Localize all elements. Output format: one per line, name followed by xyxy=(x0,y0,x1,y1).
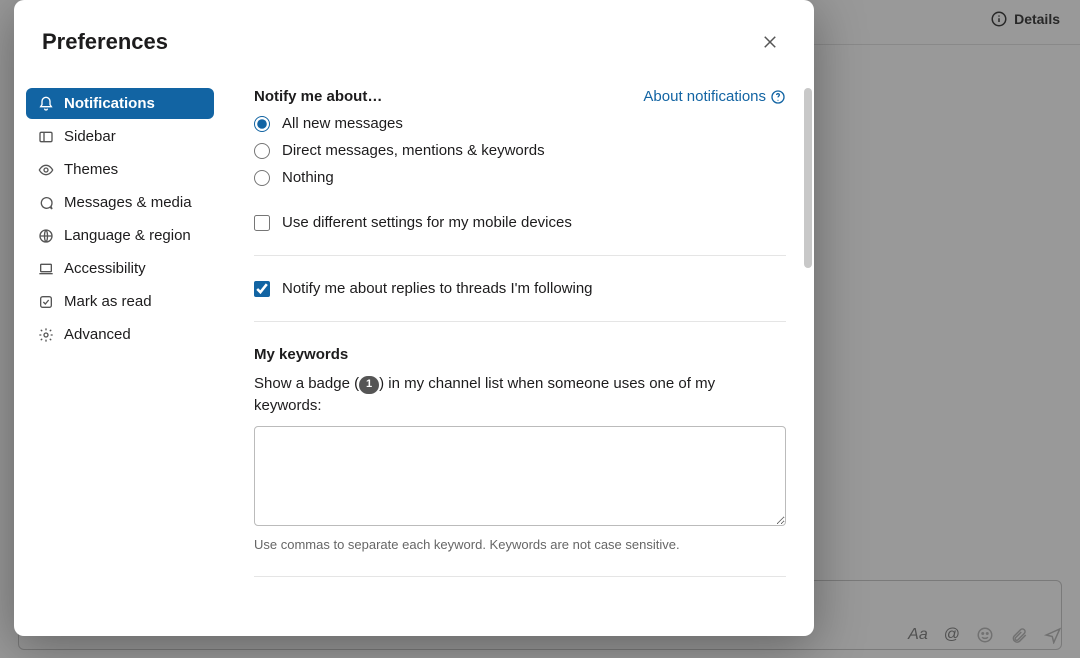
radio-label: All new messages xyxy=(282,115,403,132)
bell-icon xyxy=(38,96,54,112)
close-button[interactable] xyxy=(754,26,786,58)
close-icon xyxy=(761,33,779,51)
sidebar-item-sidebar[interactable]: Sidebar xyxy=(26,121,214,152)
scrollbar-thumb[interactable] xyxy=(804,88,812,268)
divider xyxy=(254,576,786,577)
help-icon xyxy=(770,89,786,105)
sidebar-item-label: Mark as read xyxy=(64,293,152,310)
sidebar-item-accessibility[interactable]: Accessibility xyxy=(26,253,214,284)
sidebar-item-themes[interactable]: Themes xyxy=(26,154,214,185)
threads-checkbox-row[interactable]: Notify me about replies to threads I'm f… xyxy=(254,280,786,297)
eye-icon xyxy=(38,162,54,178)
radio-label: Nothing xyxy=(282,169,334,186)
sidebar-item-label: Themes xyxy=(64,161,118,178)
check-square-icon xyxy=(38,294,54,310)
sidebar-item-mark-as-read[interactable]: Mark as read xyxy=(26,286,214,317)
sidebar-item-label: Accessibility xyxy=(64,260,146,277)
sidebar-item-label: Messages & media xyxy=(64,194,192,211)
checkbox-label: Notify me about replies to threads I'm f… xyxy=(282,280,593,297)
gear-icon xyxy=(38,327,54,343)
sidebar-item-label: Sidebar xyxy=(64,128,116,145)
threads-checkbox[interactable] xyxy=(254,281,270,297)
notify-about-title: Notify me about… xyxy=(254,88,382,105)
chat-icon xyxy=(38,195,54,211)
about-notifications-link[interactable]: About notifications xyxy=(643,88,786,105)
radio-label: Direct messages, mentions & keywords xyxy=(282,142,545,159)
sidebar-icon xyxy=(38,129,54,145)
badge-example-icon: 1 xyxy=(359,376,379,394)
notify-radio-nothing-input[interactable] xyxy=(254,170,270,186)
notify-radio-all-input[interactable] xyxy=(254,116,270,132)
keywords-textarea[interactable] xyxy=(254,426,786,526)
sidebar-item-language-region[interactable]: Language & region xyxy=(26,220,214,251)
notify-radio-all[interactable]: All new messages xyxy=(254,115,786,132)
laptop-icon xyxy=(38,261,54,277)
about-notifications-label: About notifications xyxy=(643,88,766,105)
sidebar-item-label: Language & region xyxy=(64,227,191,244)
divider xyxy=(254,255,786,256)
checkbox-label: Use different settings for my mobile dev… xyxy=(282,214,572,231)
sidebar-item-advanced[interactable]: Advanced xyxy=(26,319,214,350)
keywords-hint: Use commas to separate each keyword. Key… xyxy=(254,537,786,552)
mobile-settings-checkbox[interactable] xyxy=(254,215,270,231)
notify-radio-direct[interactable]: Direct messages, mentions & keywords xyxy=(254,142,786,159)
preferences-sidebar: Notifications Sidebar Themes Messages & … xyxy=(14,78,226,636)
sidebar-item-label: Advanced xyxy=(64,326,131,343)
my-keywords-title: My keywords xyxy=(254,346,786,363)
notify-radio-nothing[interactable]: Nothing xyxy=(254,169,786,186)
mobile-settings-checkbox-row[interactable]: Use different settings for my mobile dev… xyxy=(254,214,786,231)
divider xyxy=(254,321,786,322)
sidebar-item-label: Notifications xyxy=(64,95,155,112)
sidebar-item-notifications[interactable]: Notifications xyxy=(26,88,214,119)
notify-radio-direct-input[interactable] xyxy=(254,143,270,159)
preferences-content: Notify me about… About notifications All… xyxy=(226,78,814,636)
modal-title: Preferences xyxy=(42,29,168,55)
sidebar-item-messages-media[interactable]: Messages & media xyxy=(26,187,214,218)
preferences-modal: Preferences Notifications Sidebar Themes… xyxy=(14,0,814,636)
globe-icon xyxy=(38,228,54,244)
my-keywords-description: Show a badge (1) in my channel list when… xyxy=(254,373,786,416)
